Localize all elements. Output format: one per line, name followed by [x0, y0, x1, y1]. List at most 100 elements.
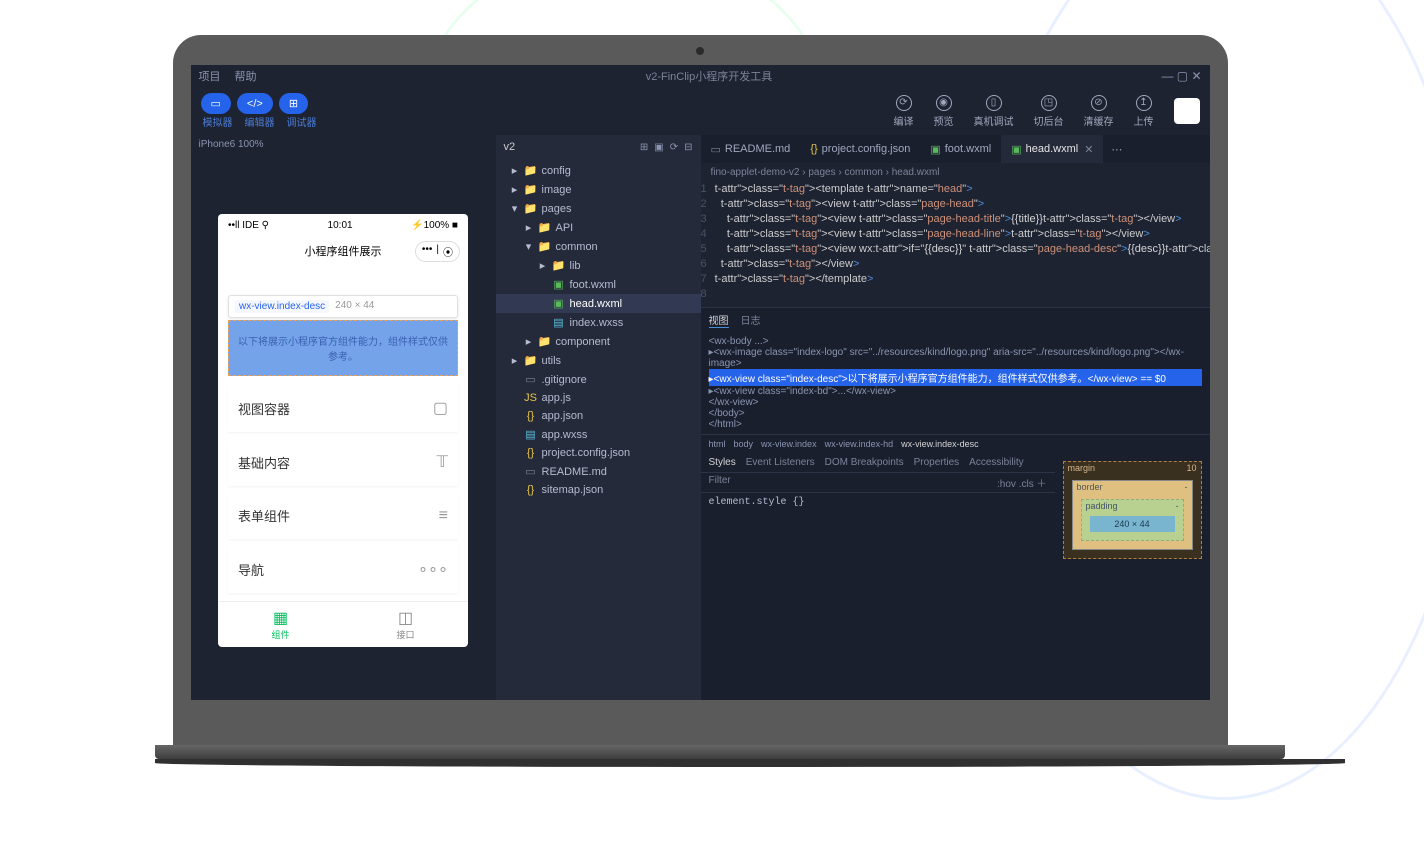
path-segment[interactable]: body [734, 439, 754, 449]
tree-node-utils[interactable]: ▸📁utils [496, 351, 701, 370]
api-icon: ◫ [343, 608, 468, 628]
css-rule[interactable]: </span>.index-desc {<div>&nbsp;&nbsp;<sp… [701, 512, 1055, 520]
tree-node-project-config-json[interactable]: {}project.config.json [496, 444, 701, 462]
styles-tab[interactable]: Event Listeners [746, 457, 815, 468]
menu-project[interactable]: 项目 [199, 68, 221, 84]
path-segment[interactable]: html [709, 439, 726, 449]
tree-node-foot-wxml[interactable]: ▣foot.wxml [496, 275, 701, 294]
styles-tab[interactable]: Properties [914, 457, 960, 468]
css-rule[interactable]: element.style {} [701, 493, 1055, 512]
tree-node-common[interactable]: ▾📁common [496, 237, 701, 256]
status-signal: ••ll IDE ⚲ [228, 220, 269, 231]
simulator-pane: iPhone6 100% ••ll IDE ⚲ 10:01 ⚡100% ■ 小程… [191, 135, 496, 700]
code-editor[interactable]: t-attr">class="t-tag"><template t-attr">… [715, 182, 1210, 307]
path-segment[interactable]: wx-view.index [761, 439, 817, 449]
toggle-debugger[interactable]: ⊞ [279, 93, 308, 114]
styles-tab[interactable]: DOM Breakpoints [825, 457, 904, 468]
pill-label-editor: 编辑器 [245, 114, 275, 129]
tab-foot-wxml[interactable]: ▣foot.wxml [920, 135, 1001, 163]
tab-project-config-json[interactable]: {}project.config.json [800, 135, 920, 163]
window-title: v2-FinClip小程序开发工具 [271, 68, 1148, 84]
tree-node-image[interactable]: ▸📁image [496, 180, 701, 199]
dots-icon: ∘∘∘ [418, 559, 448, 579]
laptop-mockup: 项目 帮助 v2-FinClip小程序开发工具 — ▢ ✕ ▭ </> ⊞ 模拟… [155, 35, 1245, 795]
element-row[interactable]: </body> [709, 408, 1202, 419]
styles-tab[interactable]: Styles [709, 457, 736, 468]
highlighted-element[interactable]: 以下将展示小程序官方组件能力，组件样式仅供参考。 [228, 320, 458, 376]
compile-button[interactable]: ⟳编译 [894, 95, 914, 128]
inspect-selector: wx-view.index-desc [235, 300, 329, 313]
pill-label-debugger: 调试器 [287, 114, 317, 129]
refresh-icon[interactable]: ⟳ [670, 142, 678, 153]
tree-node-pages[interactable]: ▾📁pages [496, 199, 701, 218]
tab-more[interactable]: ⋯ [1103, 143, 1130, 156]
tree-node-config[interactable]: ▸📁config [496, 161, 701, 180]
element-row[interactable]: ▸<wx-image class="index-logo" src="../re… [709, 347, 1202, 369]
capsule-button[interactable]: •••|⦿ [415, 241, 460, 262]
tree-node-index-wxss[interactable]: ▤index.wxss [496, 313, 701, 332]
toggle-editor[interactable]: </> [237, 93, 273, 114]
tree-node-app-js[interactable]: JSapp.js [496, 389, 701, 407]
devtools-tab-elements[interactable]: 视图 [709, 312, 729, 328]
tree-node--gitignore[interactable]: ▭.gitignore [496, 370, 701, 389]
new-file-icon[interactable]: ⊞ [640, 142, 648, 153]
explorer-pane: v2 ⊞ ▣ ⟳ ⊟ ▸📁config▸📁image▾📁pages▸📁API▾📁… [496, 135, 701, 700]
simulator-device-label[interactable]: iPhone6 100% [191, 135, 496, 154]
tree-node-API[interactable]: ▸📁API [496, 218, 701, 237]
window-controls[interactable]: — ▢ ✕ [1161, 69, 1201, 83]
container-icon: ▢ [433, 398, 448, 418]
list-item[interactable]: 视图容器▢ [228, 384, 458, 432]
tree-node-sitemap-json[interactable]: {}sitemap.json [496, 481, 701, 499]
box-model: margin 10 border - padding - 240 × 4 [1055, 453, 1210, 700]
tree-node-app-wxss[interactable]: ▤app.wxss [496, 425, 701, 444]
grid-icon: ▦ [218, 608, 343, 628]
pill-label-simulator: 模拟器 [203, 114, 233, 129]
tree-node-app-json[interactable]: {}app.json [496, 407, 701, 425]
clear-cache-button[interactable]: ⊘清缓存 [1084, 95, 1114, 128]
phone-preview: ••ll IDE ⚲ 10:01 ⚡100% ■ 小程序组件展示 •••|⦿ w… [218, 214, 468, 647]
menu-icon: ≡ [439, 507, 448, 525]
new-folder-icon[interactable]: ▣ [654, 142, 663, 153]
element-row[interactable]: </wx-view> [709, 397, 1202, 408]
remote-debug-button[interactable]: ▯真机调试 [974, 95, 1014, 128]
devtools: 视图 日志 <wx-body ...>▸<wx-image class="ind… [701, 307, 1210, 700]
status-battery: ⚡100% ■ [411, 220, 458, 231]
path-segment[interactable]: wx-view.index-hd [825, 439, 894, 449]
tabbar-api[interactable]: ◫接口 [343, 602, 468, 647]
preview-button[interactable]: ◉预览 [934, 95, 954, 128]
tree-node-README-md[interactable]: ▭README.md [496, 462, 701, 481]
list-item[interactable]: 表单组件≡ [228, 492, 458, 539]
tree-node-component[interactable]: ▸📁component [496, 332, 701, 351]
menu-help[interactable]: 帮助 [235, 68, 257, 84]
gutter: 12345678 [701, 182, 715, 307]
inspect-tooltip: wx-view.index-desc 240 × 44 [228, 295, 458, 318]
tabbar-components[interactable]: ▦组件 [218, 602, 343, 647]
background-button[interactable]: ◳切后台 [1034, 95, 1064, 128]
element-row[interactable]: ▸<wx-view class="index-desc">以下将展示小程序官方组… [709, 369, 1202, 386]
list-item[interactable]: 导航∘∘∘ [228, 545, 458, 593]
path-segment[interactable]: wx-view.index-desc [901, 439, 979, 449]
element-row[interactable]: <wx-body ...> [709, 336, 1202, 347]
avatar[interactable] [1174, 98, 1200, 124]
toggle-simulator[interactable]: ▭ [201, 93, 231, 114]
inspect-size: 240 × 44 [335, 300, 374, 313]
list-item[interactable]: 基础内容𝕋 [228, 438, 458, 486]
element-row[interactable]: </html> [709, 419, 1202, 430]
hov-toggle[interactable]: :hov .cls ＋ [997, 475, 1046, 490]
page-title: 小程序组件展示 [305, 243, 382, 259]
element-row[interactable]: ▸<wx-view class="index-bd">...</wx-view> [709, 386, 1202, 397]
styles-filter[interactable]: Filter [709, 475, 731, 490]
breadcrumb[interactable]: fino-applet-demo-v2 › pages › common › h… [701, 163, 1210, 182]
tab-head-wxml[interactable]: ▣head.wxml✕ [1001, 135, 1103, 163]
collapse-icon[interactable]: ⊟ [684, 142, 692, 153]
menubar: 项目 帮助 v2-FinClip小程序开发工具 — ▢ ✕ [191, 65, 1210, 87]
editor-pane: ▭README.md{}project.config.json▣foot.wxm… [701, 135, 1210, 700]
devtools-tab-console[interactable]: 日志 [741, 312, 761, 328]
tree-node-lib[interactable]: ▸📁lib [496, 256, 701, 275]
upload-button[interactable]: ↥上传 [1134, 95, 1154, 128]
styles-tab[interactable]: Accessibility [969, 457, 1023, 468]
tree-node-head-wxml[interactable]: ▣head.wxml [496, 294, 701, 313]
tab-README-md[interactable]: ▭README.md [701, 135, 801, 163]
explorer-root[interactable]: v2 [504, 141, 516, 153]
toolbar: ▭ </> ⊞ 模拟器 编辑器 调试器 ⟳编译 ◉预览 ▯真机调试 ◳切后台 [191, 87, 1210, 135]
